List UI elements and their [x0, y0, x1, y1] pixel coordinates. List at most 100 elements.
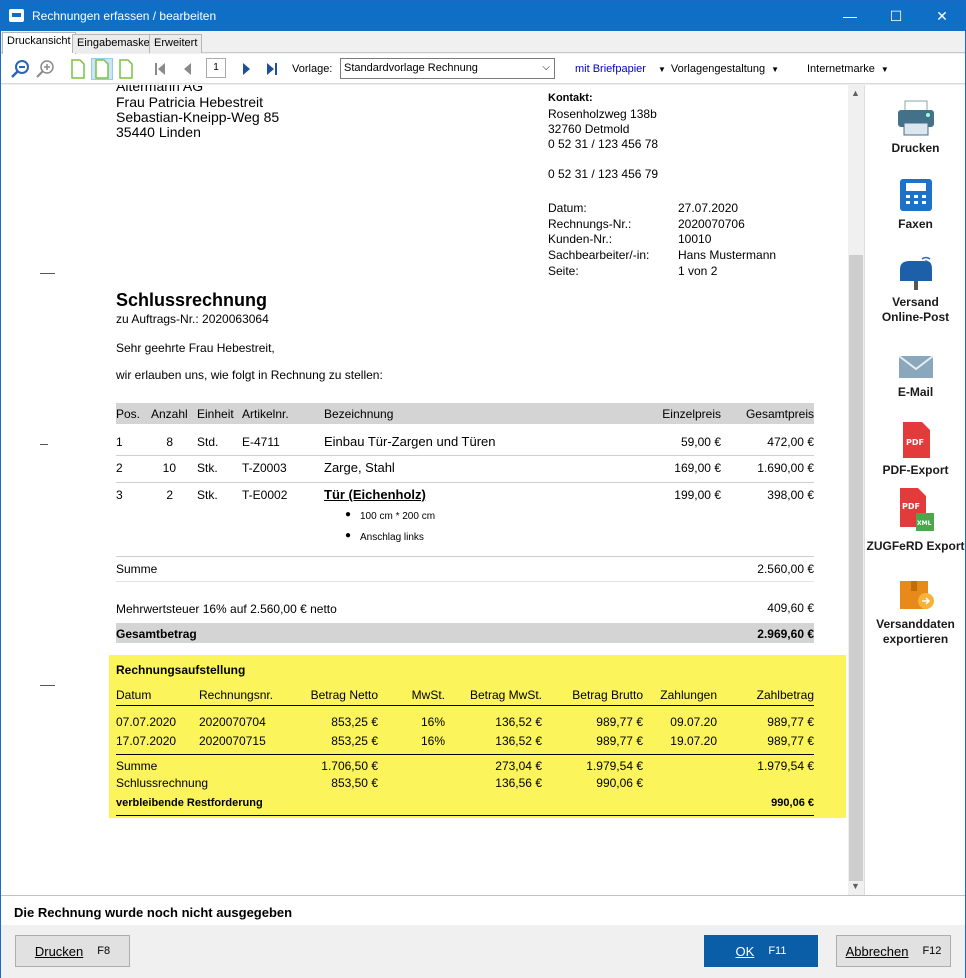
- item-anzahl: 10: [162, 461, 176, 475]
- item-anzahl: 8: [166, 435, 173, 449]
- online-post-action[interactable]: Versand Online-Post: [865, 255, 966, 325]
- vorlage-select[interactable]: Standardvorlage Rechnung ⌵: [340, 58, 555, 79]
- item-gesamtpreis: 472,00 €: [767, 435, 814, 449]
- maximize-button[interactable]: ☐: [873, 1, 919, 31]
- window-title: Rechnungen erfassen / bearbeiten: [32, 9, 217, 23]
- recipient-line: Altermann AG: [116, 85, 204, 94]
- info-value: Hans Mustermann: [678, 248, 777, 262]
- zoom-out-icon: [11, 60, 29, 78]
- row-divider: [116, 556, 814, 557]
- row-divider: [116, 482, 814, 483]
- zugferd-export-action[interactable]: PDF XML ZUGFeRD Export: [865, 487, 966, 553]
- document-heading: Schlussrechnung: [116, 290, 268, 310]
- item-pos: 2: [116, 461, 123, 475]
- aufstellung-title: Rechnungsaufstellung: [116, 663, 246, 677]
- aufstellung-cell: 1.979,54 €: [586, 759, 643, 773]
- abbrechen-button[interactable]: Abbrechen F12: [836, 935, 951, 967]
- page-width-icon: [95, 59, 109, 79]
- aufstellung-col: Betrag Brutto: [572, 688, 643, 702]
- print-preview[interactable]: Altermann AG Frau Patricia Hebestreit Se…: [1, 85, 848, 895]
- vorlagengestaltung-menu[interactable]: ▼ Vorlagengestaltung ▼: [658, 63, 784, 75]
- aufstellung-cell: 19.07.20: [670, 734, 717, 748]
- maximize-icon: ☐: [889, 7, 903, 24]
- button-bar: Drucken F8 OK F11 Abbrechen F12: [1, 926, 965, 978]
- page-width-button[interactable]: [91, 58, 113, 80]
- first-page-button[interactable]: [149, 58, 171, 80]
- single-page-button[interactable]: [67, 58, 89, 80]
- kontakt-line: Rosenholzweg 138b: [548, 107, 657, 121]
- vertical-scrollbar[interactable]: ▲ ▼: [848, 85, 864, 895]
- col-einheit: Einheit: [197, 407, 234, 421]
- aufstellung-cell: 989,77 €: [596, 715, 643, 729]
- scrollbar-thumb[interactable]: [849, 255, 863, 881]
- box-export-icon: [899, 581, 934, 609]
- scroll-up-icon[interactable]: ▲: [851, 88, 860, 98]
- recipient-line: Frau Patricia Hebestreit: [116, 94, 264, 110]
- fax-action-label: Faxen: [898, 217, 933, 231]
- email-action[interactable]: E-Mail: [865, 353, 966, 399]
- info-label: Kunden-Nr.:: [548, 232, 613, 246]
- status-bar: Die Rechnung wurde noch nicht ausgegeben: [1, 895, 965, 925]
- zugferd-export-label: ZUGFeRD Export: [866, 539, 965, 553]
- kontakt-line: 32760 Detmold: [548, 122, 630, 136]
- minimize-button[interactable]: —: [827, 1, 873, 31]
- info-value: 1 von 2: [678, 264, 718, 278]
- bullet-icon: ●: [345, 530, 352, 541]
- tab-druckansicht[interactable]: Druckansicht: [2, 32, 76, 54]
- page-number-field[interactable]: 1: [206, 58, 226, 78]
- restforderung-value: 990,06 €: [771, 797, 814, 809]
- aufstellung-cell: 853,25 €: [331, 734, 378, 748]
- restforderung-label: verbleibende Restforderung: [116, 797, 263, 809]
- pdf-export-label: PDF-Export: [882, 463, 949, 477]
- item-einheit: Stk.: [197, 461, 218, 475]
- aufstellung-schluss-label: Schlussrechnung: [116, 776, 209, 790]
- item-detail: Anschlag links: [360, 532, 424, 543]
- dropdown-arrow-icon: ▼: [880, 65, 889, 74]
- item-einheit: Std.: [197, 435, 219, 449]
- aufstellung-cell: 17.07.2020: [116, 734, 177, 748]
- title-bar: Rechnungen erfassen / bearbeiten — ☐ ✕: [1, 1, 965, 31]
- aufstellung-col: Betrag MwSt.: [469, 688, 542, 702]
- aufstellung-col: Betrag Netto: [310, 688, 378, 702]
- info-value: 2020070706: [678, 217, 745, 231]
- toolbar: 1 Vorlage: Standardvorlage Rechnung ⌵ mi…: [1, 54, 965, 84]
- next-page-button[interactable]: [235, 58, 257, 80]
- next-page-icon: [243, 63, 250, 75]
- internetmarke-menu[interactable]: Internetmarke ▼: [807, 63, 894, 75]
- online-post-action-label: Versand Online-Post: [881, 295, 950, 324]
- col-bezeichnung: Bezeichnung: [324, 407, 394, 421]
- aufstellung-cell: 990,06 €: [596, 776, 643, 790]
- previous-page-button[interactable]: [176, 58, 198, 80]
- aufstellung-cell: 1.979,54 €: [757, 759, 814, 773]
- svg-text:PDF: PDF: [902, 502, 920, 511]
- drucken-button[interactable]: Drucken F8: [15, 935, 130, 967]
- ok-button[interactable]: OK F11: [704, 935, 818, 967]
- zoom-out-button[interactable]: [9, 58, 31, 80]
- gesamtbetrag-bar: [116, 623, 814, 643]
- aufstellung-cell: 853,50 €: [331, 776, 378, 790]
- gesamtbetrag-label: Gesamtbetrag: [116, 627, 197, 641]
- row-divider: [116, 581, 814, 582]
- pdf-export-action[interactable]: PDF PDF-Export: [865, 421, 966, 477]
- versanddaten-action[interactable]: Versanddaten exportieren: [865, 577, 966, 647]
- aufstellung-cell: 136,56 €: [495, 776, 542, 790]
- punch-mark: [40, 444, 48, 445]
- last-page-button[interactable]: [261, 58, 283, 80]
- close-button[interactable]: ✕: [919, 1, 965, 31]
- vorlage-label: Vorlage:: [292, 63, 333, 75]
- aufstellung-cell: 2020070704: [199, 715, 266, 729]
- svg-text:XML: XML: [917, 520, 932, 527]
- item-anzahl: 2: [166, 488, 173, 502]
- print-action[interactable]: Drucken: [865, 99, 966, 155]
- recipient-line: 35440 Linden: [116, 124, 201, 140]
- briefpapier-link[interactable]: mit Briefpapier: [575, 63, 646, 75]
- fax-action[interactable]: Faxen: [865, 177, 966, 231]
- tab-eingabemaske[interactable]: Eingabemaske: [72, 34, 155, 53]
- zoom-in-button[interactable]: [34, 58, 56, 80]
- tab-erweitert[interactable]: Erweitert: [149, 34, 203, 53]
- chevron-down-icon: ⌵: [542, 62, 550, 73]
- scroll-down-icon[interactable]: ▼: [851, 881, 860, 891]
- vorlage-value: Standardvorlage Rechnung: [344, 62, 478, 74]
- full-page-button[interactable]: [115, 58, 137, 80]
- single-page-icon: [71, 59, 85, 79]
